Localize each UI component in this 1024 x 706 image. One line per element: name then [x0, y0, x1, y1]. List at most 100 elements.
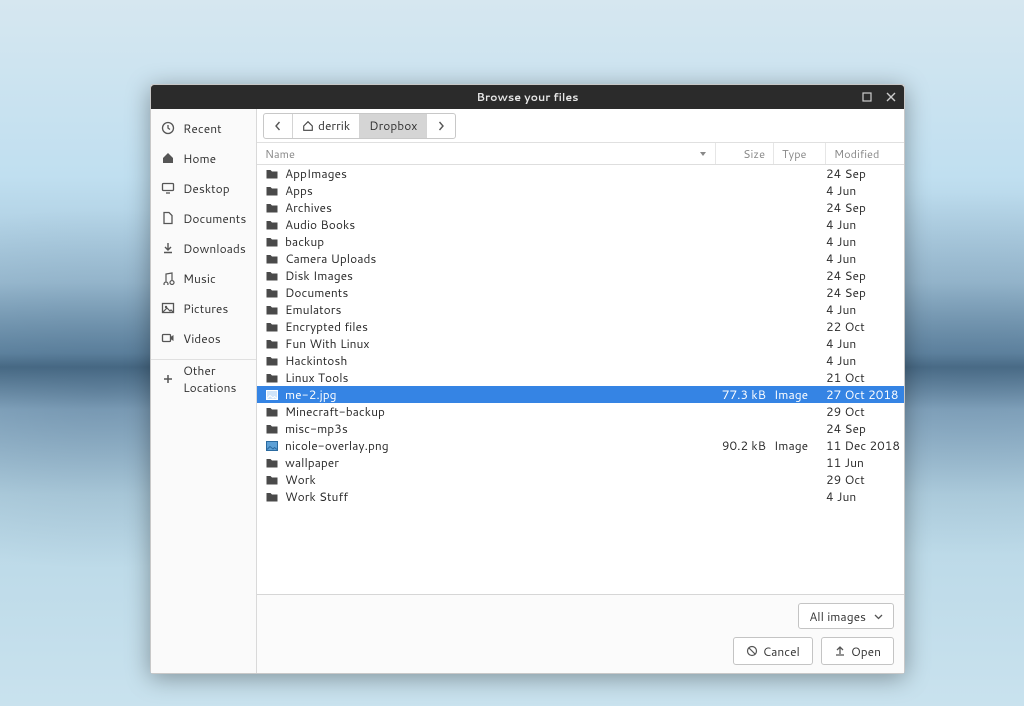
desktop-icon: [161, 181, 175, 195]
folder-icon: [265, 303, 279, 317]
column-header-modified[interactable]: Modified: [826, 143, 904, 164]
sidebar-item-videos[interactable]: Videos: [151, 323, 256, 353]
file-name: Archives: [285, 199, 716, 216]
file-row[interactable]: Encrypted files 22 Oct: [257, 318, 904, 335]
sidebar-item-home[interactable]: Home: [151, 143, 256, 173]
sidebar-item-music[interactable]: Music: [151, 263, 256, 293]
plus-icon: [161, 372, 175, 386]
file-row[interactable]: Disk Images24 Sep: [257, 267, 904, 284]
sidebar-item-label: Documents: [183, 210, 246, 227]
open-button[interactable]: Open: [821, 637, 894, 665]
file-modified: 4 Jun: [826, 488, 904, 505]
file-list[interactable]: AppImages24 SepApps4 JunArchives24 SepAu…: [257, 165, 904, 594]
file-size: 90.2 kB: [716, 437, 774, 454]
file-row[interactable]: Documents 24 Sep: [257, 284, 904, 301]
music-icon: [161, 271, 175, 285]
file-name: Disk Images: [285, 267, 716, 284]
sort-indicator-icon: [699, 146, 707, 162]
file-row[interactable]: Apps4 Jun: [257, 182, 904, 199]
path-segment-current[interactable]: Dropbox: [360, 114, 427, 138]
home-icon: [161, 151, 175, 165]
file-modified: 22 Oct: [826, 318, 904, 335]
folder-icon: [265, 184, 279, 198]
close-icon: [886, 92, 896, 102]
maximize-button[interactable]: [858, 88, 876, 106]
column-header-type[interactable]: Type: [774, 143, 826, 164]
chevron-right-icon: [436, 121, 446, 131]
file-row[interactable]: wallpaper11 Jun: [257, 454, 904, 471]
file-name: Encrypted files: [285, 318, 716, 335]
window-controls: [858, 85, 900, 109]
file-modified: 4 Jun: [826, 216, 904, 233]
file-name: Documents: [285, 284, 716, 301]
file-name: Audio Books: [285, 216, 716, 233]
window-title: Browse your files: [477, 89, 579, 105]
chevron-left-icon: [273, 121, 283, 131]
column-header-size[interactable]: Size: [716, 143, 774, 164]
file-modified: 24 Sep: [826, 284, 904, 301]
folder-icon: [265, 405, 279, 419]
file-row[interactable]: nicole-overlay.png90.2 kBImage11 Dec 201…: [257, 437, 904, 454]
image-file-icon: [265, 439, 279, 453]
file-size: 77.3 kB: [716, 386, 774, 403]
folder-icon: [265, 371, 279, 385]
file-name: Emulators: [285, 301, 716, 318]
file-row[interactable]: Fun With Linux4 Jun: [257, 335, 904, 352]
file-modified: 4 Jun: [826, 182, 904, 199]
file-modified: 24 Sep: [826, 420, 904, 437]
cancel-button[interactable]: Cancel: [733, 637, 813, 665]
path-segment-home[interactable]: derrik: [293, 114, 360, 138]
main-panel: derrik Dropbox Name: [257, 109, 904, 673]
sidebar-item-downloads[interactable]: Downloads: [151, 233, 256, 263]
file-modified: 29 Oct: [826, 471, 904, 488]
sidebar-item-recent[interactable]: Recent: [151, 113, 256, 143]
file-row[interactable]: Linux Tools21 Oct: [257, 369, 904, 386]
sidebar-item-other-locations[interactable]: Other Locations: [151, 359, 256, 393]
path-forward-button[interactable]: [427, 114, 455, 138]
action-buttons: Cancel Open: [733, 637, 894, 665]
file-row[interactable]: Minecraft-backup29 Oct: [257, 403, 904, 420]
path-back-button[interactable]: [264, 114, 293, 138]
file-modified: 4 Jun: [826, 352, 904, 369]
open-label: Open: [851, 643, 881, 660]
folder-icon: [265, 473, 279, 487]
close-button[interactable]: [882, 88, 900, 106]
file-type: Image: [774, 437, 826, 454]
file-row[interactable]: Hackintosh4 Jun: [257, 352, 904, 369]
folder-icon: [265, 167, 279, 181]
file-row[interactable]: Work 29 Oct: [257, 471, 904, 488]
file-row[interactable]: backup4 Jun: [257, 233, 904, 250]
filter-label: All images: [809, 608, 866, 625]
file-name: me-2.jpg: [285, 386, 716, 403]
file-row[interactable]: Audio Books 4 Jun: [257, 216, 904, 233]
file-modified: 21 Oct: [826, 369, 904, 386]
file-chooser-dialog: Browse your files RecentHomeDesktop Docum…: [150, 84, 905, 674]
sidebar-item-desktop[interactable]: Desktop: [151, 173, 256, 203]
file-modified: 27 Oct 2018: [826, 386, 904, 403]
file-modified: 24 Sep: [826, 165, 904, 182]
path-buttons: derrik Dropbox: [263, 113, 456, 139]
file-row[interactable]: AppImages24 Sep: [257, 165, 904, 182]
file-name: Work: [285, 471, 716, 488]
column-header-name[interactable]: Name: [257, 143, 716, 164]
file-name: Work Stuff: [285, 488, 716, 505]
file-row[interactable]: Work Stuff 4 Jun: [257, 488, 904, 505]
file-modified: 4 Jun: [826, 233, 904, 250]
folder-icon: [265, 337, 279, 351]
file-name: misc-mp3s: [285, 420, 716, 437]
folder-icon: [265, 490, 279, 504]
file-row[interactable]: Emulators4 Jun: [257, 301, 904, 318]
file-row[interactable]: Archives24 Sep: [257, 199, 904, 216]
sidebar-item-pictures[interactable]: Pictures: [151, 293, 256, 323]
sidebar-item-label: Other Locations: [183, 362, 246, 396]
sidebar-item-documents[interactable]: Documents: [151, 203, 256, 233]
path-segment-label: derrik: [318, 117, 350, 134]
file-row[interactable]: me-2.jpg77.3 kBImage27 Oct 2018: [257, 386, 904, 403]
file-name: nicole-overlay.png: [285, 437, 716, 454]
file-row[interactable]: Camera Uploads4 Jun: [257, 250, 904, 267]
upload-icon: [834, 645, 846, 657]
file-row[interactable]: misc-mp3s 24 Sep: [257, 420, 904, 437]
file-type-filter[interactable]: All images: [798, 603, 894, 629]
column-label: Type: [782, 146, 806, 162]
file-modified: 11 Dec 2018: [826, 437, 904, 454]
